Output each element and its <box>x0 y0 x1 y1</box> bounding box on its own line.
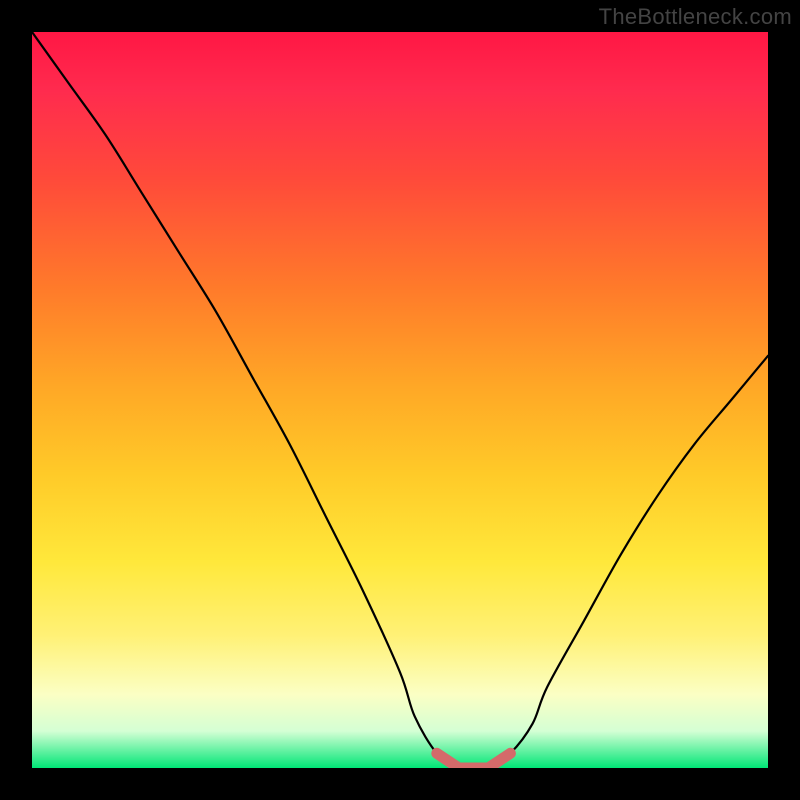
plot-area <box>32 32 768 768</box>
watermark-text: TheBottleneck.com <box>599 4 792 30</box>
heat-gradient-background <box>32 32 768 768</box>
